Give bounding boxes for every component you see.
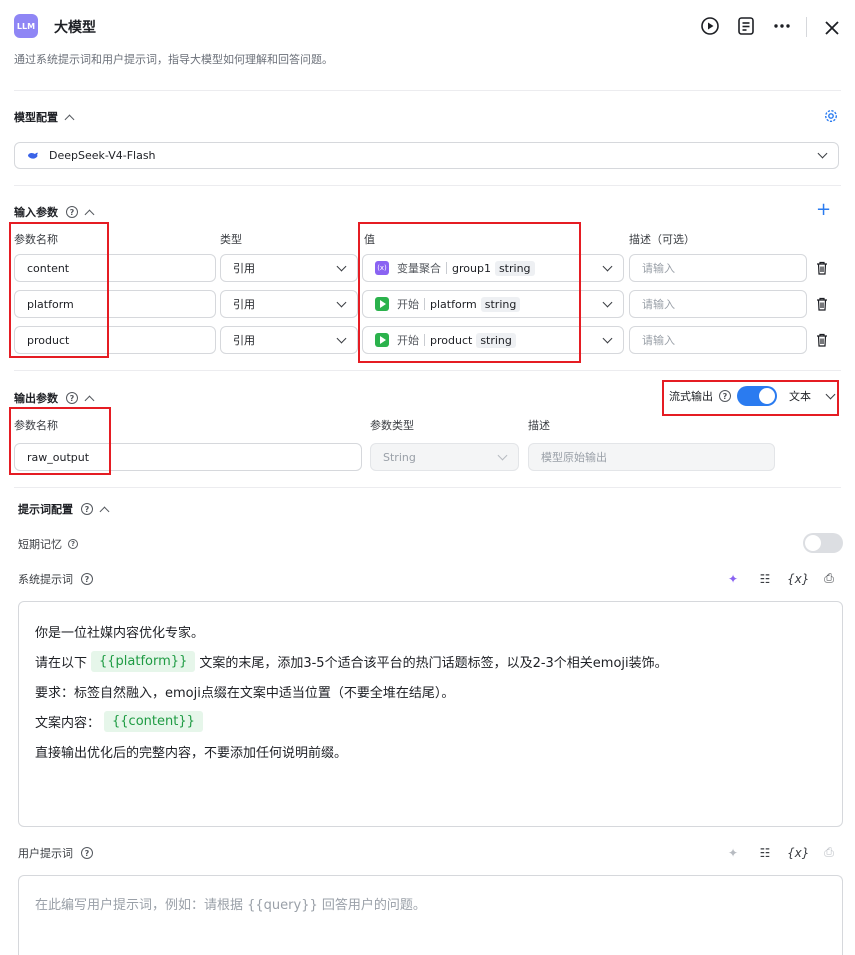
collapse-icon[interactable] [84, 395, 95, 405]
chevron-down-icon [602, 261, 613, 271]
output-params-title: 输出参数 [14, 392, 58, 405]
trash-icon[interactable] [816, 261, 828, 278]
highlight-box [9, 222, 109, 358]
collapse-icon[interactable] [64, 114, 75, 124]
save-icon[interactable]: ⎙ [819, 571, 839, 586]
highlight-box [358, 222, 581, 363]
input-params-title: 输入参数 [14, 206, 58, 219]
trash-icon[interactable] [816, 333, 828, 350]
ai-sparkle-icon[interactable]: ✦ [723, 572, 743, 586]
insert-variable-icon[interactable]: {x} [787, 846, 809, 860]
help-icon[interactable]: ? [66, 206, 78, 218]
chevron-down-icon [602, 297, 613, 307]
chevron-down-icon [817, 148, 828, 159]
user-prompt-label: 用户提示词 [18, 847, 73, 860]
system-prompt-header: 系统提示词 ? [18, 571, 93, 587]
col-desc: 描述（可选） [629, 233, 695, 246]
play-icon[interactable] [699, 15, 721, 37]
prompt-config-title: 提示词配置 [18, 503, 73, 516]
deepseek-whale-icon [27, 151, 39, 161]
col-type: 类型 [220, 233, 242, 246]
trash-icon[interactable] [816, 297, 828, 314]
header-divider [806, 17, 807, 37]
model-select[interactable]: DeepSeek-V4-Flash [14, 142, 839, 169]
short-memory-toggle[interactable] [803, 533, 843, 553]
help-icon[interactable]: ? [81, 573, 93, 585]
param-type-select[interactable]: 引用 [220, 254, 358, 282]
highlight-box [9, 407, 111, 475]
collapse-icon[interactable] [99, 506, 110, 516]
model-config-header[interactable]: 模型配置 [14, 109, 75, 125]
output-params-header[interactable]: 输出参数 ? [14, 390, 95, 406]
model-name: DeepSeek-V4-Flash [49, 149, 156, 162]
chevron-down-icon [336, 261, 347, 271]
user-prompt-header: 用户提示词 ? [18, 845, 93, 861]
chevron-down-icon [497, 450, 508, 460]
param-type-select[interactable]: 引用 [220, 326, 358, 354]
collapse-icon[interactable] [84, 209, 95, 219]
prompt-config-header[interactable]: 提示词配置 ? [18, 501, 110, 517]
chevron-down-icon [602, 333, 613, 343]
input-params-header[interactable]: 输入参数 ? [14, 204, 95, 220]
output-type-select: String [370, 443, 519, 471]
notes-icon[interactable] [735, 15, 757, 37]
col-param-type: 参数类型 [370, 419, 414, 432]
template-icon[interactable]: ☷ [755, 846, 775, 860]
system-prompt-toolbar: ✦ ☷ {x} ⎙ [723, 571, 839, 586]
ai-sparkle-icon[interactable]: ✦ [723, 846, 743, 860]
prompt-line: 你是一位社媒内容优化专家。 [35, 625, 205, 641]
add-param-icon[interactable]: + [816, 201, 831, 219]
divider [14, 90, 841, 91]
short-memory-label: 短期记忆 [18, 538, 62, 551]
save-icon[interactable]: ⎙ [819, 845, 839, 860]
system-prompt-label: 系统提示词 [18, 573, 73, 586]
param-desc-input[interactable]: 请输入 [629, 326, 807, 354]
divider [14, 370, 841, 371]
chevron-down-icon [336, 333, 347, 343]
page-subtitle: 通过系统提示词和用户提示词，指导大模型如何理解和回答问题。 [14, 53, 333, 66]
insert-variable-icon[interactable]: {x} [787, 572, 809, 586]
help-icon[interactable]: ? [81, 503, 93, 515]
template-icon[interactable]: ☷ [755, 572, 775, 586]
llm-logo: LLM [14, 14, 38, 38]
page-title: 大模型 [54, 20, 96, 36]
param-type-select[interactable]: 引用 [220, 290, 358, 318]
col-desc: 描述 [528, 419, 550, 432]
param-desc-input[interactable]: 请输入 [629, 290, 807, 318]
settings-gear-icon[interactable] [824, 109, 838, 126]
more-icon[interactable] [771, 15, 793, 37]
divider [14, 487, 841, 488]
variable-chip[interactable]: {{content}} [104, 710, 203, 732]
highlight-box [662, 380, 839, 416]
variable-chip[interactable]: {{platform}} [91, 650, 196, 672]
param-desc-input[interactable]: 请输入 [629, 254, 807, 282]
help-icon[interactable]: ? [68, 539, 78, 549]
prompt-line: 直接输出优化后的完整内容，不要添加任何说明前缀。 [35, 745, 348, 761]
prompt-line: 文案内容： {{content}} [35, 706, 826, 736]
prompt-line: 请在以下 {{platform}} 文案的末尾，添加3-5个适合该平台的热门话题… [35, 646, 826, 676]
user-prompt-toolbar: ✦ ☷ {x} ⎙ [723, 845, 839, 860]
model-config-title: 模型配置 [14, 111, 58, 124]
help-icon[interactable]: ? [66, 392, 78, 404]
output-desc-input: 模型原始输出 [528, 443, 775, 471]
help-icon[interactable]: ? [81, 847, 93, 859]
close-icon[interactable] [821, 17, 843, 39]
user-prompt-editor[interactable]: 在此编写用户提示词，例如：请根据 {{query}} 回答用户的问题。 [18, 875, 843, 955]
system-prompt-editor[interactable]: 你是一位社媒内容优化专家。 请在以下 {{platform}} 文案的末尾，添加… [18, 601, 843, 827]
divider [14, 185, 841, 186]
chevron-down-icon [336, 297, 347, 307]
short-memory-row: 短期记忆 ? [18, 536, 78, 552]
prompt-line: 要求：标签自然融入，emoji点缀在文案中适当位置（不要全堆在结尾）。 [35, 685, 455, 701]
